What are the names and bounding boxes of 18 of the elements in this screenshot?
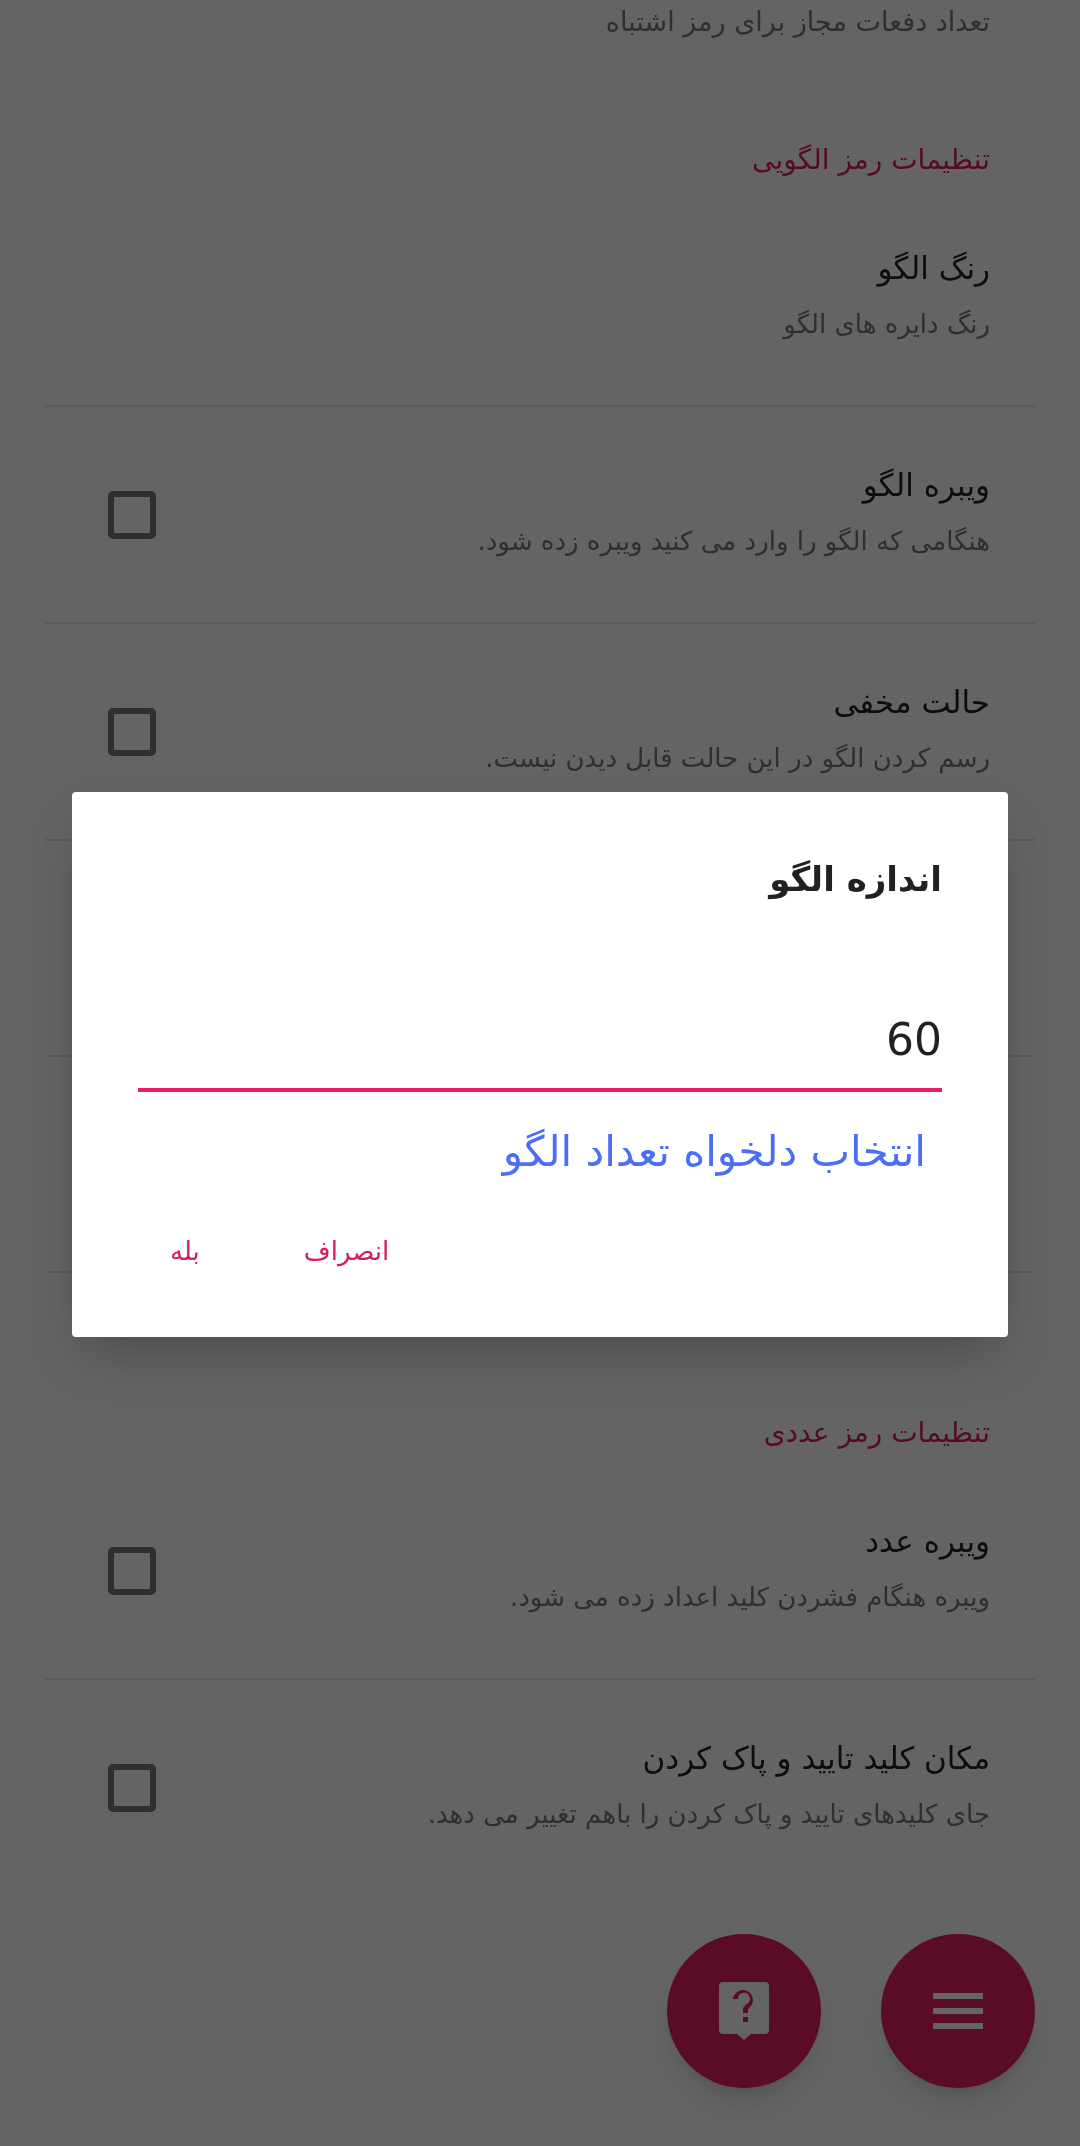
section-header: تنظیمات رمز عددی <box>762 1415 991 1451</box>
dialog-title: اندازه الگو <box>767 858 942 902</box>
menu-icon <box>933 1993 983 2029</box>
help-icon <box>719 1982 769 2040</box>
checkbox[interactable] <box>108 1546 156 1595</box>
setting-title: حالت مخفی <box>832 682 990 722</box>
setting-title: مکان کلید تایید و پاک کردن <box>641 1738 990 1779</box>
setting-title: ویبره عدد <box>864 1521 990 1562</box>
checkbox[interactable] <box>108 490 156 539</box>
input-field[interactable]: 60 <box>138 990 942 1092</box>
dialog-button[interactable]: بله <box>138 1222 232 1281</box>
setting-title: ویبره الگو <box>860 465 990 506</box>
setting-title: رنگ الگو <box>875 248 990 289</box>
section-header: تنظیمات رمز الگویی <box>751 142 991 178</box>
helper-text: انتخاب دلخواه تعداد الگو <box>500 1126 927 1178</box>
checkbox[interactable] <box>108 707 156 756</box>
dialog-button[interactable]: انصراف <box>271 1222 422 1281</box>
checkbox[interactable] <box>108 1763 156 1812</box>
